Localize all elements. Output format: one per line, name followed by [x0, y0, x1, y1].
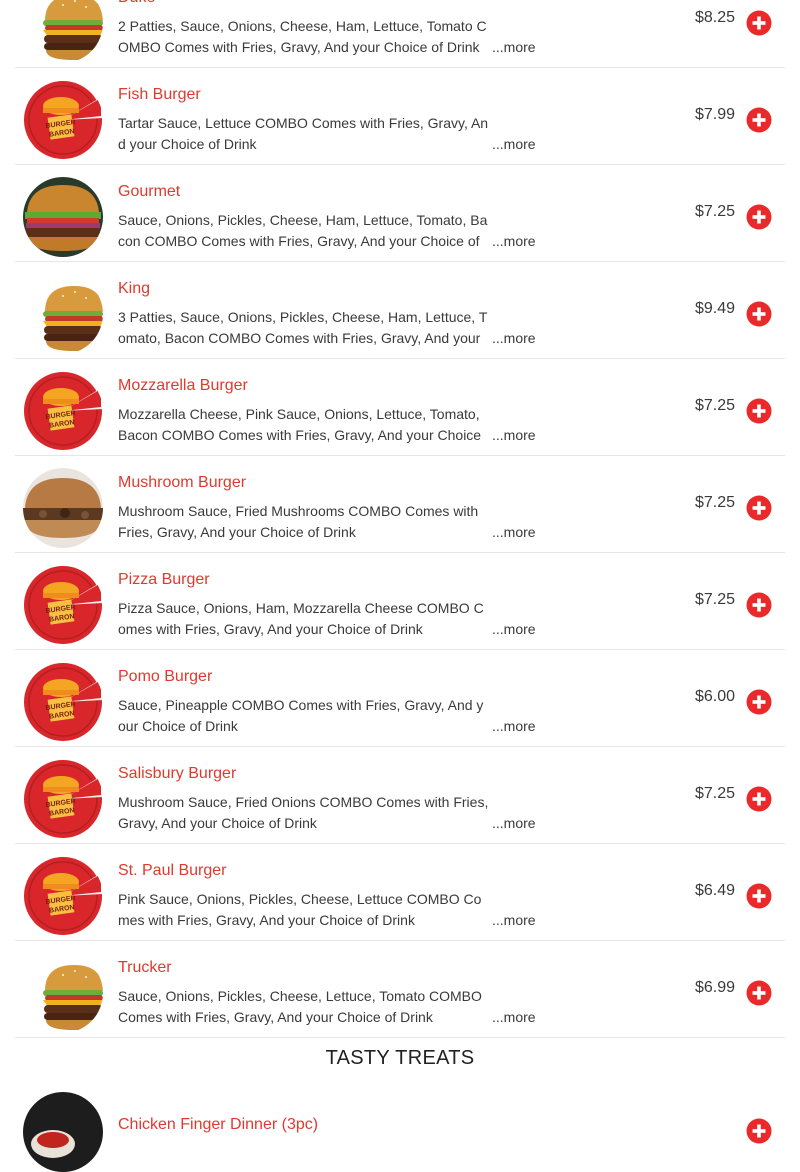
- item-price: $6.00: [695, 688, 736, 705]
- item-price: $8.25: [695, 9, 736, 26]
- plus-icon: [746, 10, 772, 36]
- add-to-cart-button[interactable]: [746, 980, 772, 1006]
- menu-item[interactable]: Duke 2 Patties, Sauce, Onions, Cheese, Ha…: [15, 0, 785, 68]
- item-name[interactable]: Pomo Burger: [118, 668, 212, 686]
- add-to-cart-button[interactable]: [746, 495, 772, 521]
- plus-icon: [746, 495, 772, 521]
- menu-item[interactable]: Trucker Sauce, Onions, Pickles, Cheese, L…: [15, 941, 785, 1038]
- item-price: $9.49: [695, 300, 736, 317]
- item-price: $6.99: [695, 979, 736, 996]
- double-burger-image: [23, 953, 103, 1033]
- item-name[interactable]: Mushroom Burger: [118, 474, 246, 492]
- item-name[interactable]: Duke: [118, 0, 155, 7]
- item-price: $7.99: [695, 106, 736, 123]
- plus-icon: [746, 107, 772, 133]
- item-description: Mozzarella Cheese, Pink Sauce, Onions, L…: [118, 406, 482, 443]
- add-to-cart-button[interactable]: [746, 883, 772, 909]
- add-to-cart-button[interactable]: [746, 398, 772, 424]
- menu-item[interactable]: Gourmet Sauce, Onions, Pickles, Cheese, H…: [15, 165, 785, 262]
- menu-item[interactable]: King 3 Patties, Sauce, Onions, Pickles, C…: [15, 262, 785, 359]
- item-price: $6.49: [695, 882, 736, 899]
- item-description: Sauce, Onions, Pickles, Cheese, Ham, Let…: [118, 212, 488, 249]
- chicken-dish-image: [23, 1092, 103, 1172]
- add-to-cart-button[interactable]: [746, 301, 772, 327]
- more-link[interactable]: ...more: [492, 524, 536, 540]
- item-price: $7.25: [695, 203, 736, 220]
- mushroom-burger-image: [23, 468, 103, 548]
- burger-baron-logo-image: BURGER BARON: [23, 856, 103, 936]
- item-description: Sauce, Pineapple COMBO Comes with Fries,…: [118, 697, 484, 734]
- item-description: Tartar Sauce, Lettuce COMBO Comes with F…: [118, 115, 489, 152]
- item-description: Pizza Sauce, Onions, Ham, Mozzarella Che…: [118, 600, 484, 637]
- burger-baron-logo-image: BURGER BARON: [23, 371, 103, 451]
- more-link[interactable]: ...more: [492, 136, 536, 152]
- item-name[interactable]: Trucker: [118, 959, 172, 977]
- add-to-cart-button[interactable]: [746, 107, 772, 133]
- burger-baron-logo-image: BURGER BARON: [23, 759, 103, 839]
- menu-item[interactable]: BURGER BARON St. Paul Burger Pink Sauce, On…: [15, 844, 785, 941]
- menu-item[interactable]: Mushroom Burger Mushroom Sauce, Fried Mus…: [15, 456, 785, 553]
- plus-icon: [746, 689, 772, 715]
- menu-item[interactable]: BURGER BARON Mozzarella Burger Mozzarella C…: [15, 359, 785, 456]
- plus-icon: [746, 883, 772, 909]
- add-to-cart-button[interactable]: [746, 10, 772, 36]
- item-name[interactable]: Pizza Burger: [118, 571, 210, 589]
- add-to-cart-button[interactable]: [746, 786, 772, 812]
- more-link[interactable]: ...more: [492, 815, 536, 831]
- more-link[interactable]: ...more: [492, 427, 536, 443]
- item-price: $7.25: [695, 785, 736, 802]
- menu-item[interactable]: BURGER BARON Salisbury Burger Mushroom Sauc…: [15, 747, 785, 844]
- plus-icon: [746, 592, 772, 618]
- menu-item[interactable]: BURGER BARON Fish Burger Tartar Sauce, Lett…: [15, 68, 785, 165]
- item-name[interactable]: Mozzarella Burger: [118, 377, 248, 395]
- item-description: Mushroom Sauce, Fried Mushrooms COMBO Co…: [118, 503, 479, 540]
- more-link[interactable]: ...more: [492, 912, 536, 928]
- plus-icon: [746, 980, 772, 1006]
- section-title: TASTY TREATS: [325, 1047, 475, 1069]
- item-name[interactable]: Salisbury Burger: [118, 765, 236, 783]
- burger-baron-logo-image: BURGER BARON: [23, 565, 103, 645]
- item-name[interactable]: Gourmet: [118, 183, 180, 201]
- item-name[interactable]: Fish Burger: [118, 86, 201, 104]
- menu-item[interactable]: Chicken Finger Dinner (3pc): [15, 1080, 785, 1172]
- add-to-cart-button[interactable]: [746, 689, 772, 715]
- add-to-cart-button[interactable]: [746, 592, 772, 618]
- more-link[interactable]: ...more: [492, 330, 536, 346]
- item-description: 3 Patties, Sauce, Onions, Pickles, Chees…: [118, 309, 488, 346]
- plus-icon: [746, 398, 772, 424]
- more-link[interactable]: ...more: [492, 1009, 536, 1025]
- item-price: $7.25: [695, 494, 736, 511]
- item-description: Mushroom Sauce, Fried Onions COMBO Comes…: [118, 794, 489, 831]
- gourmet-burger-image: [23, 177, 103, 257]
- more-link[interactable]: ...more: [492, 39, 536, 55]
- menu-item[interactable]: BURGER BARON Pizza Burger Pizza Sauce, Onio…: [15, 553, 785, 650]
- plus-icon: [746, 204, 772, 230]
- item-name[interactable]: King: [118, 280, 150, 298]
- item-price: $7.25: [695, 397, 736, 414]
- more-link[interactable]: ...more: [492, 233, 536, 249]
- add-to-cart-button[interactable]: [746, 1118, 772, 1144]
- item-price: $7.25: [695, 591, 736, 608]
- plus-icon: [746, 301, 772, 327]
- add-to-cart-button[interactable]: [746, 204, 772, 230]
- more-link[interactable]: ...more: [492, 621, 536, 637]
- plus-icon: [746, 1118, 772, 1144]
- more-link[interactable]: ...more: [492, 718, 536, 734]
- item-description: 2 Patties, Sauce, Onions, Cheese, Ham, L…: [118, 18, 487, 55]
- item-description: Pink Sauce, Onions, Pickles, Cheese, Let…: [118, 891, 482, 928]
- menu-item[interactable]: BURGER BARON Pomo Burger Sauce, Pineapple C…: [15, 650, 785, 747]
- burger-baron-logo-image: BURGER BARON: [23, 80, 103, 160]
- plus-icon: [746, 786, 772, 812]
- double-burger-image: [23, 274, 103, 354]
- burger-baron-logo-image: BURGER BARON: [23, 662, 103, 742]
- item-name[interactable]: St. Paul Burger: [118, 862, 227, 880]
- double-burger-image: [23, 0, 103, 63]
- item-description: Sauce, Onions, Pickles, Cheese, Lettuce,…: [118, 988, 482, 1025]
